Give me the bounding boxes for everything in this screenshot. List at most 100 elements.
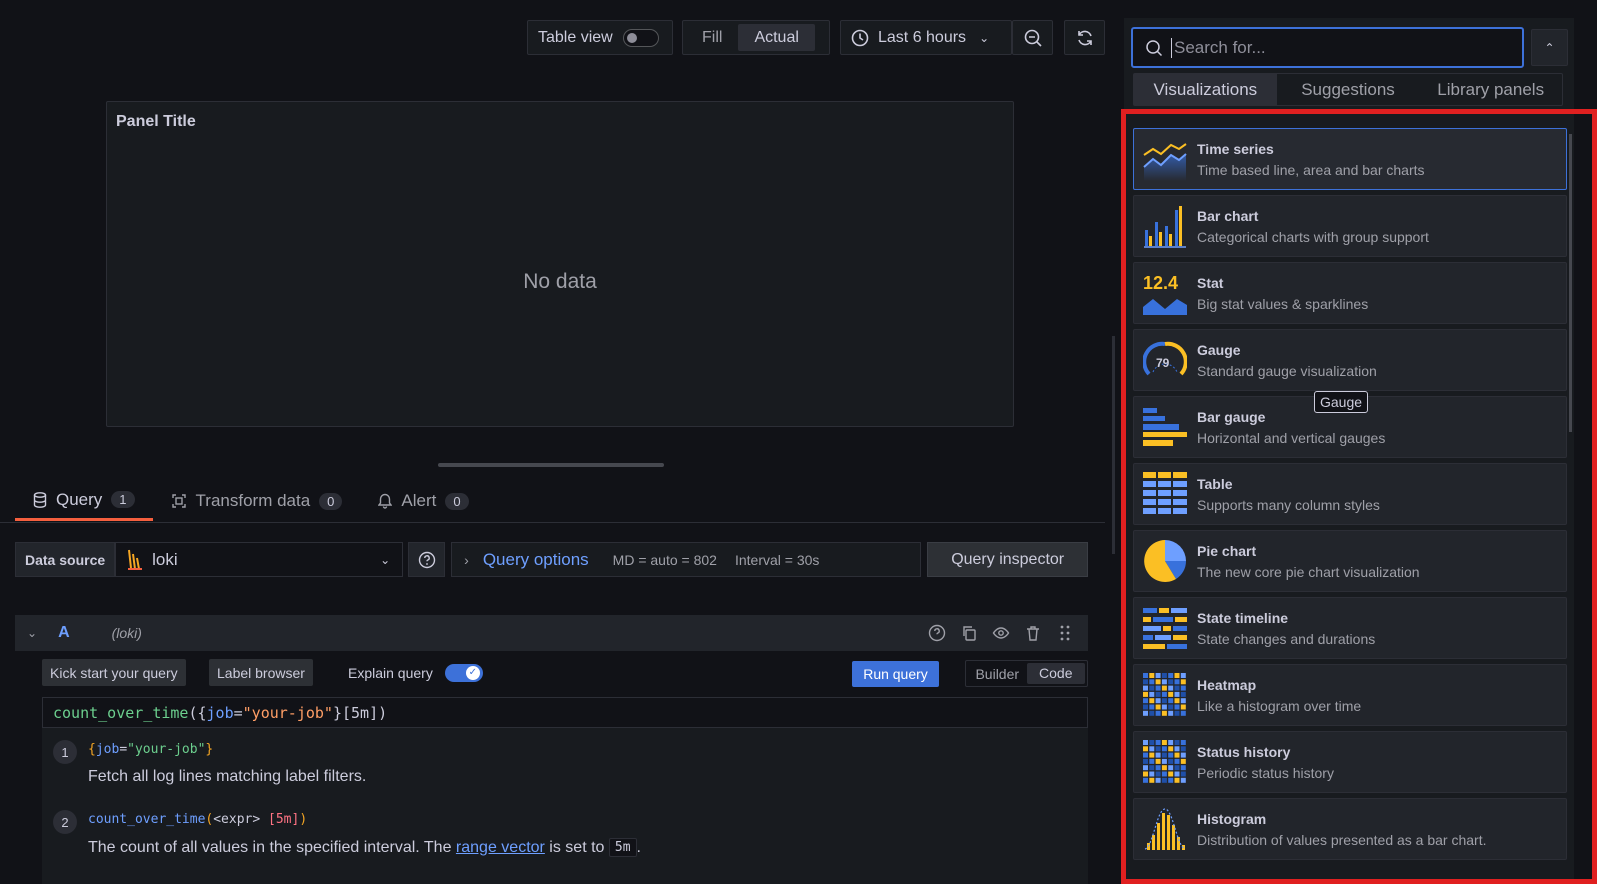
loki-logo-icon xyxy=(128,549,143,570)
search-placeholder: Search for... xyxy=(1171,37,1266,58)
builder-mode-button[interactable]: Builder xyxy=(968,666,1027,682)
datasource-help-button[interactable] xyxy=(408,542,446,577)
time-range-picker[interactable]: Last 6 hours ⌄ xyxy=(840,20,1012,55)
eye-icon[interactable] xyxy=(992,624,1010,642)
resize-splitter[interactable] xyxy=(438,463,664,467)
transform-icon xyxy=(171,494,186,508)
run-query-button[interactable]: Run query xyxy=(852,661,939,687)
step2-range: [5m] xyxy=(260,812,300,827)
tab-query-count: 1 xyxy=(111,491,135,508)
fill-actual-group: Fill Actual xyxy=(682,20,830,55)
table-view-label: Table view xyxy=(538,28,613,46)
explain-query-switch[interactable]: ✓ xyxy=(444,663,483,682)
bell-icon xyxy=(378,493,393,509)
query-datasource-hint: (loki) xyxy=(111,625,142,641)
viz-picker-tabs: Visualizations Suggestions Library panel… xyxy=(1133,73,1563,106)
expr-eq: = xyxy=(233,703,243,722)
range-vector-link[interactable]: range vector xyxy=(456,839,545,857)
query-row-header[interactable]: ⌄ A (loki) xyxy=(15,615,1088,651)
fill-button[interactable]: Fill xyxy=(686,24,738,51)
step1-code: {job="your-job"} xyxy=(88,742,213,757)
step1-key: job xyxy=(95,742,120,757)
check-icon: ✓ xyxy=(465,665,480,680)
tab-transform-label: Transform data xyxy=(195,491,311,510)
step2-desc-mid: is set to xyxy=(544,838,609,856)
label-browser-button[interactable]: Label browser xyxy=(209,659,313,686)
zoom-out-icon xyxy=(1024,29,1042,47)
kick-start-button[interactable]: Kick start your query xyxy=(42,659,186,686)
step2-code: count_over_time(<expr> [5m]) xyxy=(88,812,307,827)
actual-button[interactable]: Actual xyxy=(738,24,815,51)
expr-key: job xyxy=(206,703,234,722)
builder-code-toggle: Builder Code xyxy=(965,660,1088,687)
datasource-select[interactable]: loki ⌄ xyxy=(115,542,404,577)
tab-alert-label: Alert xyxy=(401,491,437,510)
clock-icon xyxy=(851,29,869,46)
chevron-right-icon: › xyxy=(464,551,469,568)
help-icon[interactable] xyxy=(928,624,946,642)
panel-preview: Panel Title No data xyxy=(106,101,1014,427)
panel-title: Panel Title xyxy=(116,113,196,130)
tab-visualizations[interactable]: Visualizations xyxy=(1134,74,1277,105)
step1-val: "your-job" xyxy=(127,742,206,757)
chevron-down-icon: ⌄ xyxy=(979,30,990,45)
explain-query-toggle[interactable]: Explain query ✓ xyxy=(348,659,483,686)
table-view-toggle[interactable]: Table view xyxy=(527,20,673,55)
tab-alert[interactable]: Alert 0 xyxy=(360,481,486,521)
tab-suggestions[interactable]: Suggestions xyxy=(1277,74,1420,105)
search-icon xyxy=(1146,39,1163,56)
step-number: 2 xyxy=(53,810,77,834)
viz-search-input[interactable]: Search for... xyxy=(1131,27,1524,68)
expr-close: }[5m]) xyxy=(332,703,388,722)
query-options-md: MD = auto = 802 xyxy=(612,551,717,568)
no-data-message: No data xyxy=(523,270,597,293)
step1-description: Fetch all log lines matching label filte… xyxy=(88,768,367,785)
step2-description: The count of all values in the specified… xyxy=(88,838,641,857)
step2-close: ) xyxy=(299,812,308,827)
editor-tabs: Query 1 Transform data 0 Alert 0 xyxy=(15,481,487,521)
tab-transform-count: 0 xyxy=(319,492,343,510)
collapse-picker-button[interactable]: ⌃ xyxy=(1531,29,1568,66)
tab-transform[interactable]: Transform data 0 xyxy=(153,481,361,521)
step2-fn: count_over_time xyxy=(88,812,206,827)
step1-brace: { xyxy=(88,742,96,757)
query-explain-panel: 1 {job="your-job"} Fetch all log lines m… xyxy=(42,728,1088,884)
expr-open: ({ xyxy=(188,703,207,722)
query-code-editor[interactable]: count_over_time({job = "your-job"}[5m]) xyxy=(42,697,1088,728)
refresh-icon xyxy=(1077,30,1092,45)
datasource-label: Data source xyxy=(15,542,116,577)
code-mode-button[interactable]: Code xyxy=(1026,663,1085,684)
tab-alert-count: 0 xyxy=(445,492,469,510)
editor-scrollbar[interactable] xyxy=(1112,336,1115,554)
explain-query-label: Explain query xyxy=(348,664,433,681)
step2-arg: <expr> xyxy=(213,812,261,827)
chevron-up-icon: ⌃ xyxy=(1544,40,1555,55)
query-inspector-button[interactable]: Query inspector xyxy=(927,542,1089,577)
expr-val: "your-job" xyxy=(242,703,333,722)
tab-query-label: Query xyxy=(56,489,103,509)
tab-query[interactable]: Query 1 xyxy=(15,481,153,521)
time-range-label: Last 6 hours xyxy=(878,28,967,46)
database-icon xyxy=(33,491,47,508)
duplicate-icon[interactable] xyxy=(960,624,978,642)
query-ref-id[interactable]: A xyxy=(58,624,70,642)
trash-icon[interactable] xyxy=(1024,624,1042,642)
step-number: 1 xyxy=(53,740,77,764)
tab-library-panels[interactable]: Library panels xyxy=(1419,74,1562,105)
zoom-out-button[interactable] xyxy=(1012,20,1053,55)
step2-desc-end: . xyxy=(636,838,641,856)
query-options-interval: Interval = 30s xyxy=(734,551,820,568)
table-view-switch[interactable] xyxy=(622,28,659,47)
chevron-down-icon: ⌄ xyxy=(380,552,391,567)
collapse-chevron-icon[interactable]: ⌄ xyxy=(27,626,37,640)
refresh-button[interactable] xyxy=(1064,20,1105,55)
datasource-row: Data source loki ⌄ › Query options MD = … xyxy=(15,542,1089,577)
help-icon xyxy=(418,551,435,568)
step1-brace-close: } xyxy=(205,742,214,757)
highlight-box xyxy=(1121,109,1597,884)
drag-handle-icon[interactable] xyxy=(1056,624,1074,642)
datasource-value: loki xyxy=(152,549,178,569)
query-options-bar[interactable]: › Query options MD = auto = 802 Interval… xyxy=(451,542,922,577)
step2-chip: 5m xyxy=(608,838,637,857)
step2-desc-pre: The count of all values in the specified… xyxy=(88,838,456,856)
